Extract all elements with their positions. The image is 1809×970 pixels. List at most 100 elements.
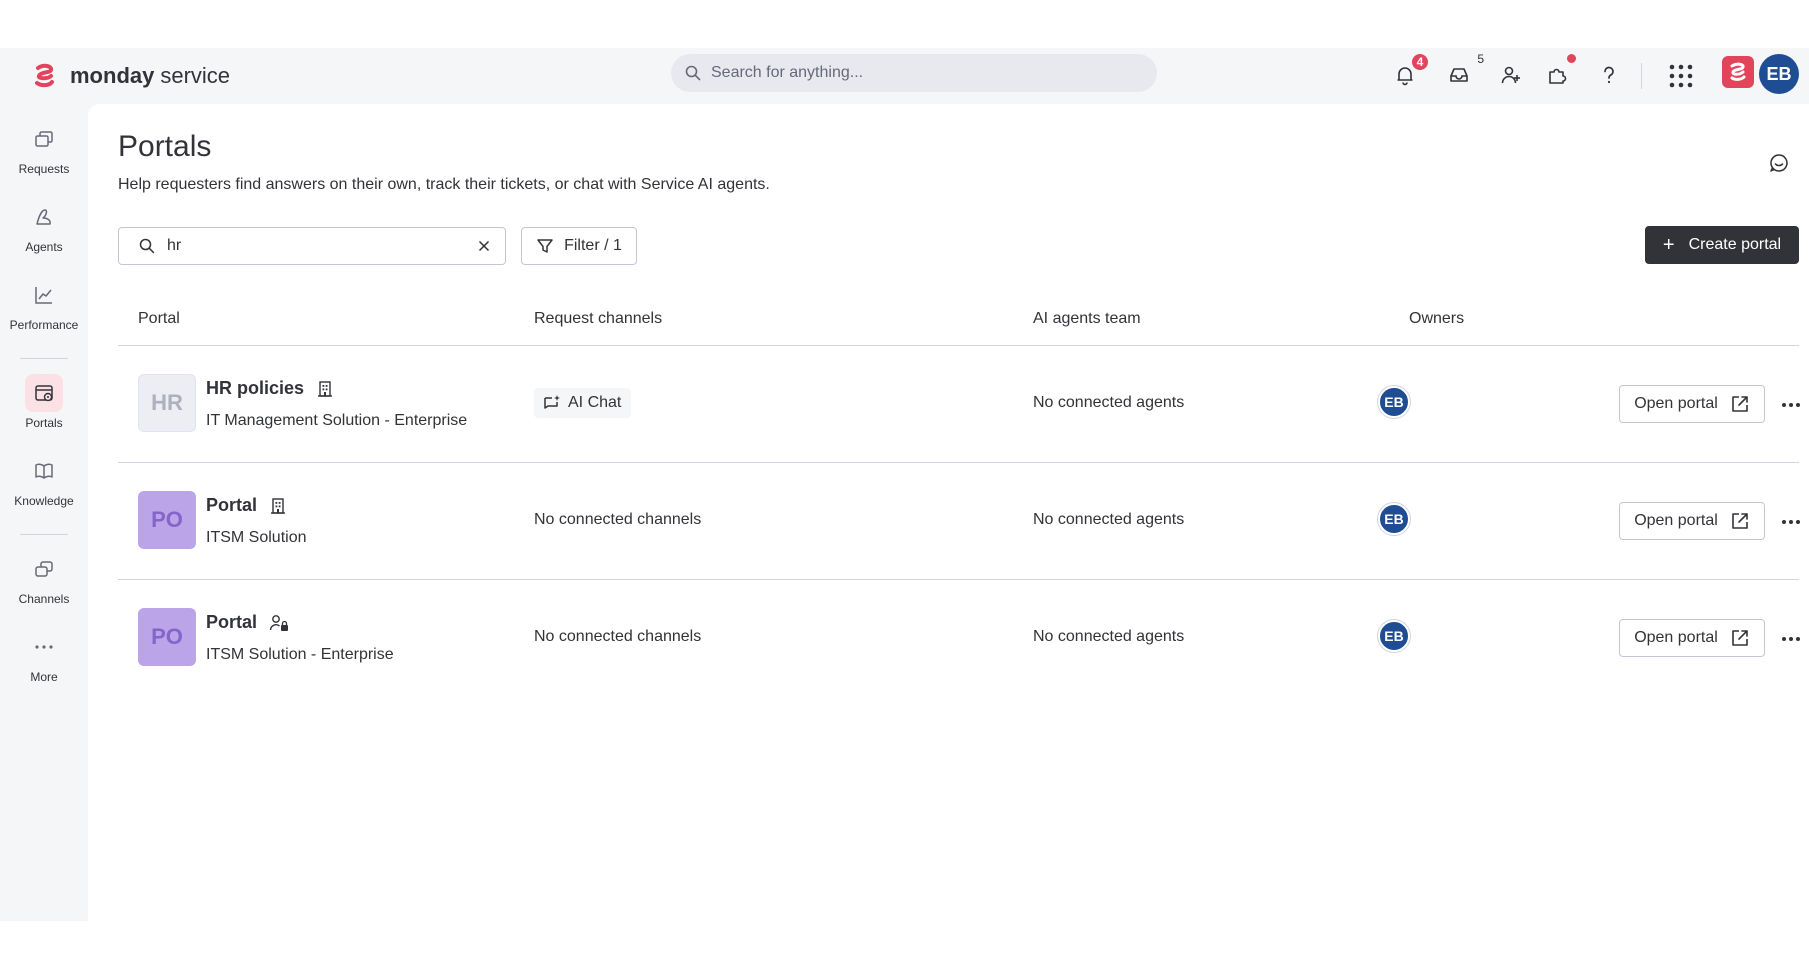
invite-members-button[interactable] [1498,62,1524,88]
open-portal-label: Open portal [1634,512,1718,529]
performance-icon [35,287,52,304]
external-link-icon [1731,630,1748,646]
table-row[interactable]: HR HR policies IT Management Solution - … [118,346,1800,462]
portal-thumbnail: PO [138,491,196,549]
user-avatar[interactable]: EB [1759,54,1799,94]
book-icon [35,463,53,479]
more-horizontal-icon [1782,637,1800,641]
brand-logo[interactable]: monday service [32,58,230,94]
column-header-owners: Owners [1409,310,1465,327]
nav-icon-wrap [25,198,63,236]
portal-name[interactable]: HR policies [206,378,334,399]
row-more-button[interactable] [1776,390,1806,420]
building-icon [318,380,333,397]
portal-solution: IT Management Solution - Enterprise [206,412,468,429]
global-search-input[interactable]: Search for anything... [671,54,1157,92]
column-header-request-channels: Request channels [534,310,663,327]
create-portal-button[interactable]: + Create portal [1645,226,1799,264]
main-panel: Portals Help requesters find answers on … [88,104,1809,921]
sidebar-item-agents[interactable]: Agents [0,198,88,254]
inbox-button[interactable]: 5 [1446,52,1484,88]
nav-icon-wrap [25,550,63,588]
filter-icon [537,239,553,253]
channel-chip: AI Chat [534,388,632,418]
owner-avatar[interactable]: EB [1378,620,1410,652]
integrations-button[interactable] [1544,54,1576,88]
inbox-icon [1450,68,1468,82]
filter-button[interactable]: Filter / 1 [521,227,637,265]
portal-search-input[interactable]: hr [118,227,506,265]
apps-button[interactable] [1666,61,1696,91]
sidebar-item-label: Portals [25,416,63,430]
open-portal-button[interactable]: Open portal [1619,619,1765,657]
nav-icon-wrap [25,628,63,666]
search-icon [139,238,155,254]
integrations-dot [1567,54,1576,63]
monday-service-icon [1730,62,1746,81]
sidebar-item-label: Knowledge [14,494,74,508]
request-channels-cell: No connected channels [534,511,702,528]
column-header-portal: Portal [138,310,180,327]
request-channels-cell: No connected channels [534,628,702,645]
sidebar-item-label: Performance [9,318,79,332]
notifications-button[interactable]: 4 [1392,52,1430,88]
puzzle-icon [1549,68,1567,84]
sidebar-item-requests[interactable]: Requests [0,120,88,176]
sidebar-item-label: Channels [18,592,70,606]
sidebar-item-portals[interactable]: Portals [0,374,88,430]
open-portal-button[interactable]: Open portal [1619,385,1765,423]
portal-thumbnail: HR [138,374,196,432]
portal-solution: ITSM Solution [206,529,307,546]
open-portal-label: Open portal [1634,629,1718,646]
brand-name: monday service [70,63,231,88]
table-row[interactable]: PO Portal ITSM Solution No connected cha… [118,463,1800,579]
ai-agents-cell: No connected agents [1033,511,1185,528]
agents-icon [36,209,51,225]
portal-name-text: HR policies [206,378,305,398]
owner-avatar[interactable]: EB [1378,503,1410,535]
monday-logo-icon [35,63,54,88]
topbar-divider [1641,63,1642,89]
search-icon [685,65,701,81]
help-button[interactable] [1596,62,1622,88]
more-horizontal-icon [1782,520,1800,524]
portal-name[interactable]: Portal [206,612,289,633]
sidebar-item-more[interactable]: More [0,628,88,684]
channels-icon [35,561,53,577]
close-icon [478,240,490,252]
search-value: hr [167,237,182,254]
more-icon [35,645,53,649]
product-switcher-button[interactable] [1722,56,1754,88]
chat-feedback-icon [1770,154,1788,172]
sidebar-item-performance[interactable]: Performance [0,276,88,332]
row-more-button[interactable] [1776,624,1806,654]
row-more-button[interactable] [1776,507,1806,537]
sidebar-item-label: Requests [18,162,70,176]
ai-agents-cell: No connected agents [1033,394,1185,411]
portal-name[interactable]: Portal [206,495,287,516]
add-user-icon [1501,66,1520,84]
channel-chip-label: AI Chat [568,394,622,411]
grid-icon [1669,64,1693,88]
question-icon [1604,66,1614,84]
top-bar: monday service Search for anything... 4 5 [0,48,1809,104]
page-title: Portals [118,130,212,163]
sidebar-item-knowledge[interactable]: Knowledge [0,452,88,508]
ai-agents-cell: No connected agents [1033,628,1185,645]
sidebar-divider [20,534,68,535]
sidebar-item-channels[interactable]: Channels [0,550,88,606]
notifications-badge: 4 [1410,52,1430,72]
sidebar-item-label: More [30,670,58,684]
requests-icon [35,131,53,147]
nav-icon-wrap [25,120,63,158]
open-portal-button[interactable]: Open portal [1619,502,1765,540]
column-header-ai-agents-team: AI agents team [1033,310,1141,327]
ai-chat-icon [544,395,560,409]
nav-icon-wrap [25,452,63,490]
clear-search-button[interactable] [469,231,499,261]
owner-avatar[interactable]: EB [1378,386,1410,418]
feedback-button[interactable] [1768,152,1792,176]
plus-icon: + [1662,234,1675,256]
building-icon [271,497,286,514]
table-row[interactable]: PO Portal ITSM Solution - Enterprise No … [118,580,1800,696]
